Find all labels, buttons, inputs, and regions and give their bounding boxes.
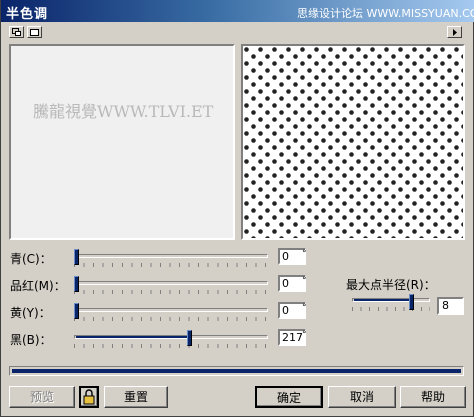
reset-button[interactable]: 重置 [104,386,168,408]
original-preview-pane: 騰龍視覺WWW.TLVI.ET [9,44,235,240]
halftone-dots [243,46,463,238]
result-preview-pane [241,44,465,240]
cancel-button[interactable]: 取消 [328,386,396,408]
cyan-slider[interactable] [74,251,268,261]
yellow-slider[interactable] [74,305,268,315]
yellow-unit: ° [302,303,307,313]
black-ticks [74,344,268,348]
toggle-panel-button[interactable] [447,26,462,38]
max-radius-slider[interactable] [352,295,430,305]
cyan-ticks [74,263,268,267]
max-radius-thumb[interactable] [408,294,414,310]
ok-button[interactable]: 确定 [255,386,323,408]
cyan-slider-thumb[interactable] [74,249,79,265]
preview-watermark: 騰龍視覺WWW.TLVI.ET [33,102,214,121]
lock-icon [83,389,95,405]
black-slider-fill [76,336,190,338]
max-radius-ticks [352,307,430,311]
top-watermark: 思缘设计论坛 WWW.MISSYUAN.COM [297,7,474,20]
black-label: 黑(B)： [10,333,52,347]
magenta-label: 品红(M)： [10,279,66,293]
right-arrow-icon [453,29,457,36]
yellow-label: 黄(Y)： [10,306,51,320]
yellow-ticks [74,317,268,321]
preview-button[interactable]: 预览 [9,386,75,408]
magenta-slider[interactable] [74,278,268,288]
help-button[interactable]: 帮助 [400,386,466,408]
cyan-unit: ° [302,249,307,259]
progress-fill [12,369,461,373]
title-bar: 半色调 思缘设计论坛 WWW.MISSYUAN.COM [1,0,474,22]
max-radius-fill [354,299,411,301]
single-preview-button[interactable] [9,26,24,38]
cyan-label: 青(C)： [10,252,52,266]
lock-button[interactable] [79,386,99,408]
window-title: 半色调 [6,7,49,22]
black-slider[interactable] [74,332,268,342]
magenta-ticks [74,290,268,294]
black-unit: ° [302,330,307,340]
progress-bar [9,366,464,376]
magenta-slider-thumb[interactable] [74,276,79,292]
black-slider-thumb[interactable] [187,330,193,346]
yellow-slider-thumb[interactable] [74,303,79,319]
dual-preview-icon [30,29,39,36]
dual-preview-button[interactable] [27,26,42,38]
magenta-unit: ° [302,276,307,286]
max-radius-label: 最大点半径(R)： [346,278,436,292]
single-preview-icon [12,28,21,36]
max-radius-input[interactable]: 8 [437,297,464,315]
halftone-dialog: 半色调 思缘设计论坛 WWW.MISSYUAN.COM 騰龍視覺WWW.TLVI… [0,0,474,417]
